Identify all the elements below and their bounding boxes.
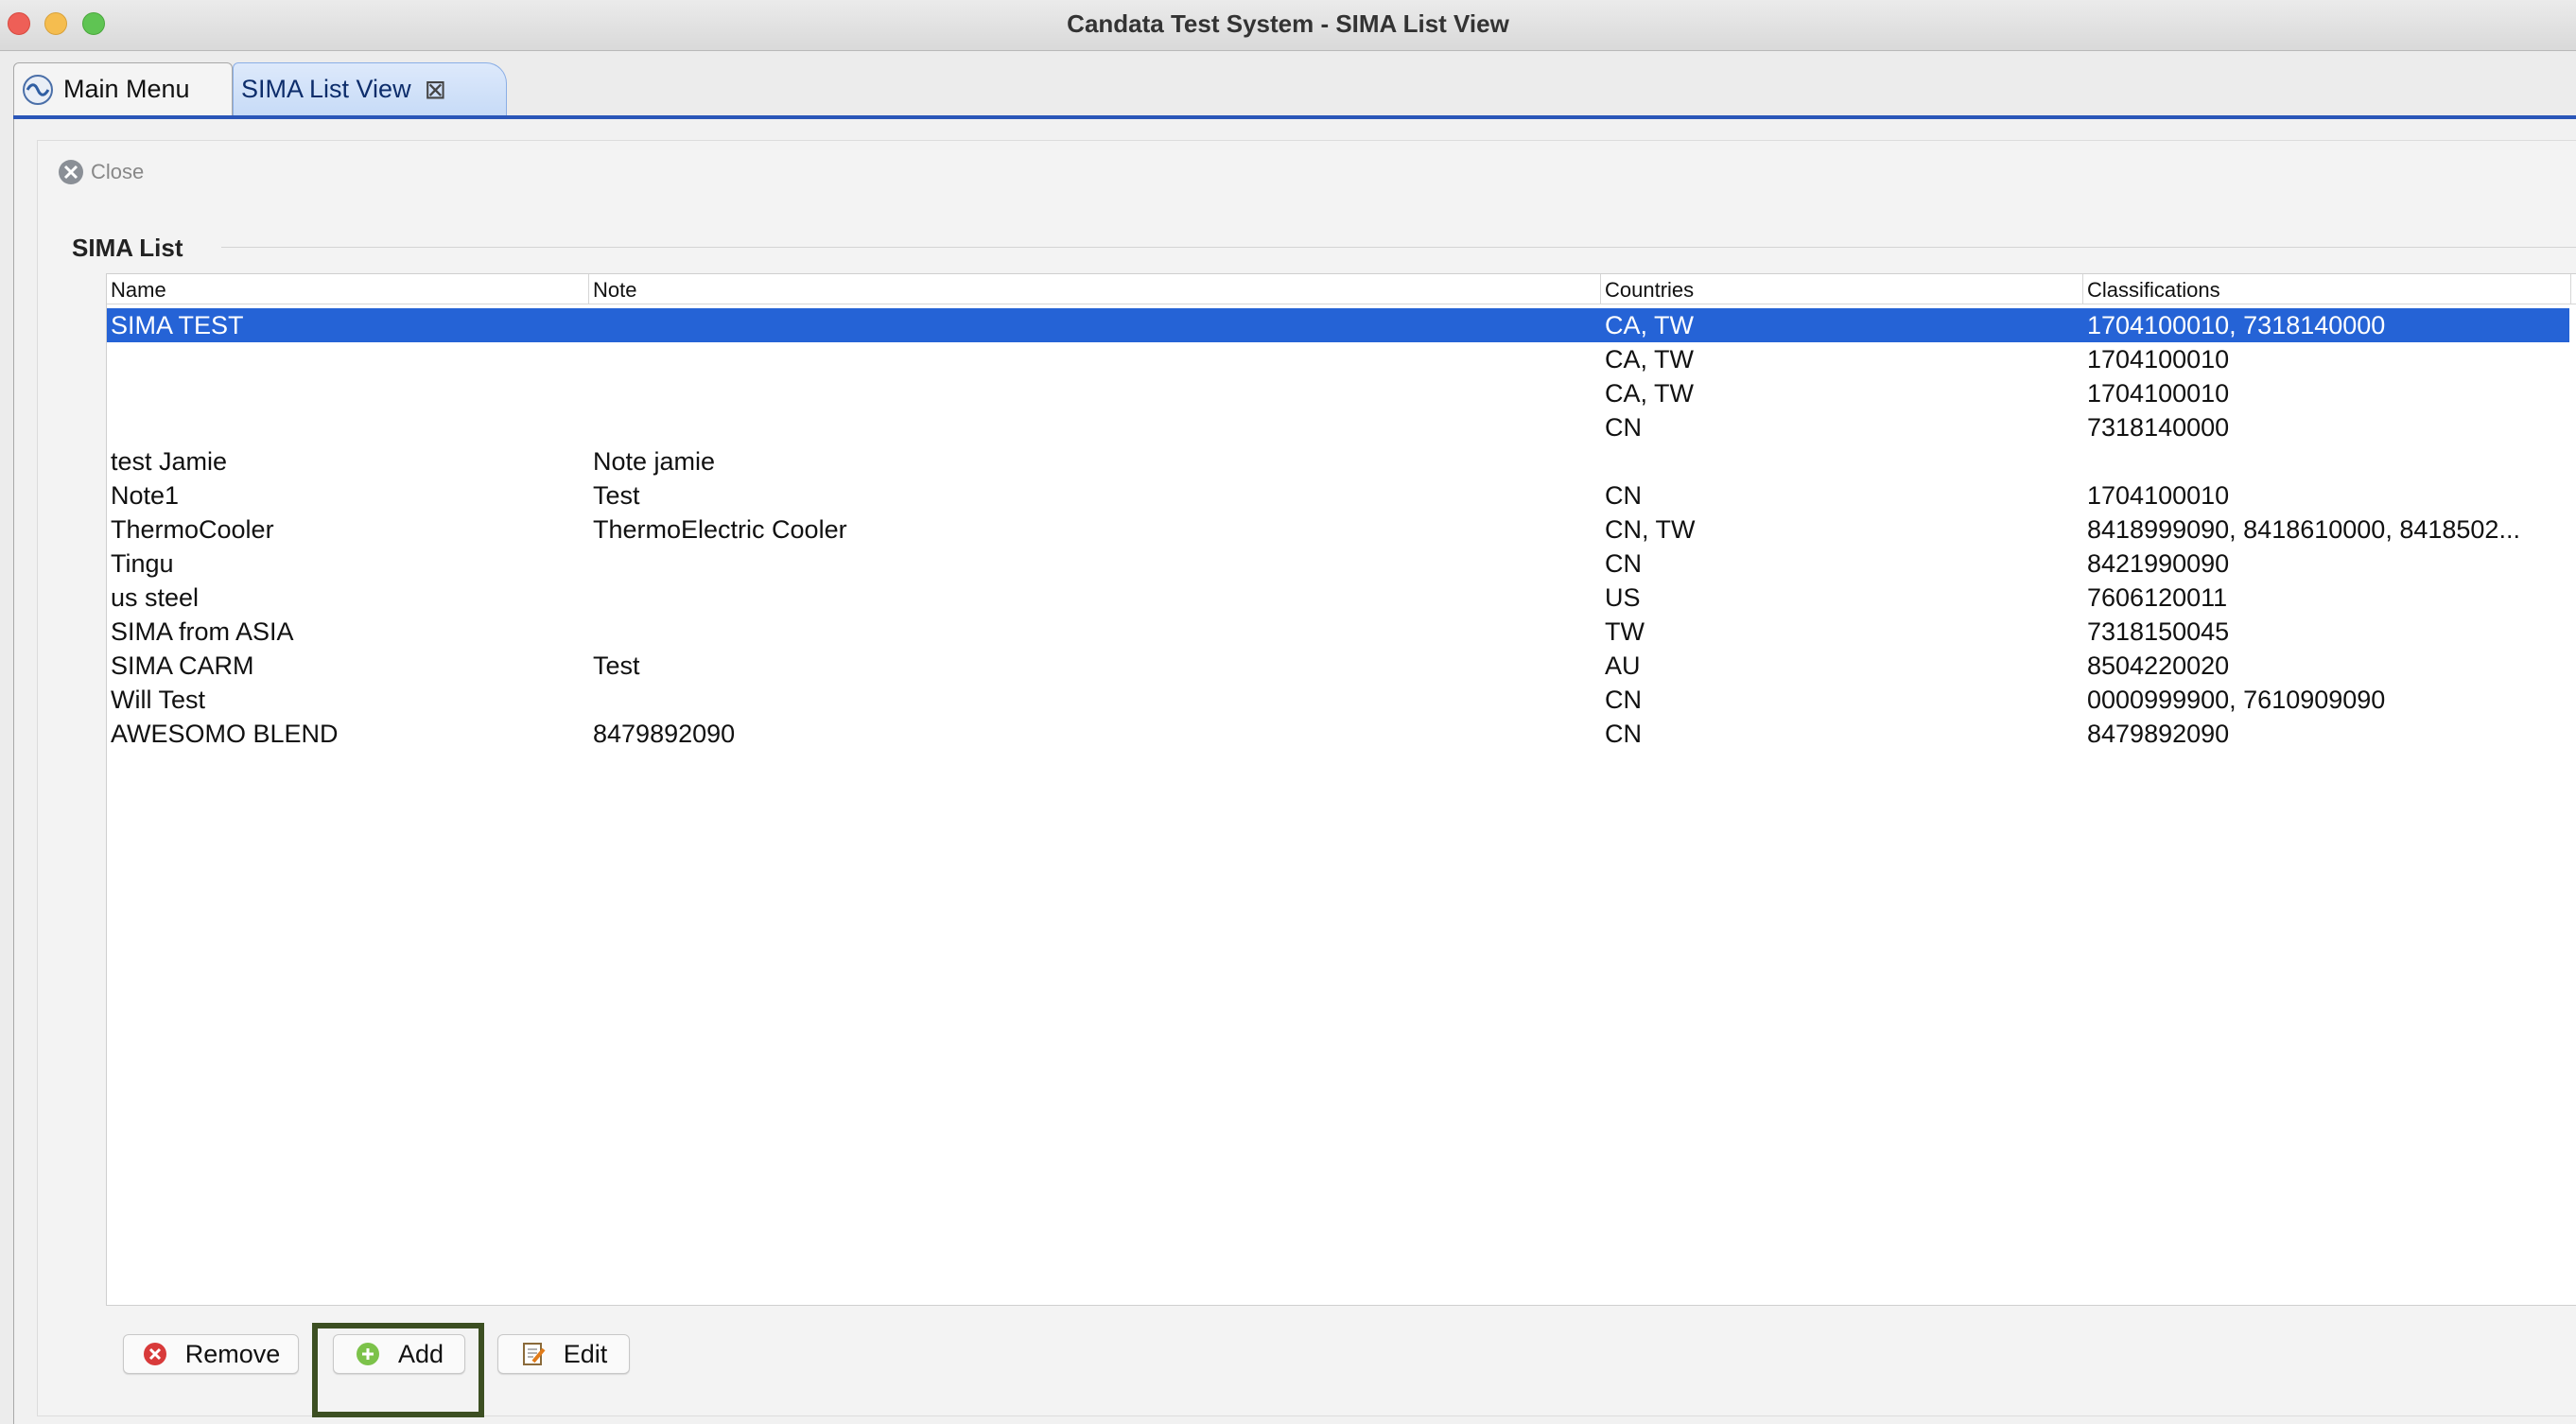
- cell-name: [107, 410, 589, 444]
- cell-classifications: 1704100010: [2087, 379, 2230, 408]
- table-row[interactable]: Will Test CN 0000999900, 7610909090: [107, 683, 2569, 717]
- cell-countries: CA, TW: [1605, 379, 1694, 408]
- cell-name: [107, 376, 589, 410]
- table-row[interactable]: ThermoCooler ThermoElectric Cooler CN, TW 8…: [107, 512, 2569, 547]
- close-icon: [59, 160, 83, 184]
- cell-classifications: 8504220020: [2087, 651, 2230, 680]
- table-row[interactable]: SIMA TEST CA, TW 1704100010, 7318140000: [107, 308, 2569, 342]
- close-tab-icon[interactable]: ⊠: [425, 74, 446, 105]
- tab-strip: Main Menu SIMA List View ⊠: [0, 51, 2576, 117]
- cell-countries: CN: [1605, 481, 1642, 510]
- cell-name: [107, 342, 589, 376]
- cell-note: [589, 547, 1599, 581]
- table-row[interactable]: test Jamie Note jamie: [107, 444, 2569, 478]
- edit-label: Edit: [563, 1339, 608, 1368]
- cell-note: [589, 615, 1599, 649]
- cell-note: Test: [593, 651, 640, 680]
- cell-classifications: 1704100010: [2087, 481, 2230, 510]
- column-header-countries[interactable]: Countries: [1601, 274, 2083, 304]
- sima-table: Name Note Countries Classifications SIMA…: [106, 273, 2576, 1306]
- table-row[interactable]: us steel US 7606120011: [107, 581, 2569, 615]
- cell-classifications: 7318140000: [2087, 413, 2230, 442]
- cell-countries: CN: [1605, 549, 1642, 578]
- app-logo-icon: [23, 74, 53, 105]
- cell-name: ThermoCooler: [111, 515, 274, 544]
- cell-countries: CN: [1605, 720, 1642, 748]
- tab-label: Main Menu: [63, 75, 190, 103]
- cell-name: us steel: [111, 583, 200, 612]
- table-row[interactable]: CA, TW 1704100010: [107, 342, 2569, 376]
- table-row[interactable]: SIMA from ASIA TW 7318150045: [107, 615, 2569, 649]
- cell-classifications: 8479892090: [2087, 720, 2230, 748]
- cell-countries: TW: [1605, 617, 1645, 646]
- cell-classifications: 0000999900, 7610909090: [2087, 686, 2386, 714]
- tab-label: SIMA List View: [241, 75, 411, 103]
- cell-countries: CA, TW: [1605, 311, 1694, 339]
- annotation-highlight-box: [312, 1323, 484, 1417]
- cell-classifications: 8418999090, 8418610000, 8418502...: [2087, 515, 2520, 544]
- cell-name: Tingu: [111, 549, 174, 578]
- remove-button[interactable]: Remove: [123, 1334, 299, 1374]
- remove-label: Remove: [184, 1339, 281, 1368]
- window-title: Candata Test System - SIMA List View: [1067, 9, 1509, 38]
- section-divider: [221, 247, 2576, 248]
- tab-sima-list-view[interactable]: SIMA List View ⊠: [233, 62, 507, 115]
- table-row[interactable]: Note1 Test CN 1704100010: [107, 478, 2569, 512]
- column-header-name[interactable]: Name: [107, 274, 589, 304]
- table-row[interactable]: CN 7318140000: [107, 410, 2569, 444]
- table-row[interactable]: SIMA CARM Test AU 8504220020: [107, 649, 2569, 683]
- cell-countries: CN, TW: [1605, 515, 1696, 544]
- cell-classifications: 1704100010: [2087, 345, 2230, 373]
- cell-note: Test: [593, 481, 640, 510]
- cell-note: ThermoElectric Cooler: [593, 515, 847, 544]
- cell-name: AWESOMO BLEND: [111, 720, 339, 748]
- tab-main-menu[interactable]: Main Menu: [13, 62, 233, 115]
- cell-classifications: [2083, 444, 2571, 478]
- cell-classifications: 7318150045: [2087, 617, 2230, 646]
- cell-note: [589, 342, 1599, 376]
- cell-note: [589, 683, 1599, 717]
- cell-countries: AU: [1605, 651, 1641, 680]
- sima-list-panel: Close SIMA List Name Note Countries Clas…: [37, 140, 2576, 1417]
- close-button[interactable]: Close: [57, 158, 144, 186]
- window-titlebar: Candata Test System - SIMA List View: [0, 0, 2576, 51]
- content-panel: Close SIMA List Name Note Countries Clas…: [13, 119, 2576, 1424]
- cell-name: SIMA TEST: [111, 311, 244, 339]
- cell-note: [589, 308, 1599, 342]
- column-header-classifications[interactable]: Classifications: [2083, 274, 2571, 304]
- remove-icon: [143, 1343, 166, 1365]
- cell-note: [589, 376, 1599, 410]
- cell-classifications: 1704100010, 7318140000: [2087, 311, 2386, 339]
- cell-countries: CN: [1605, 413, 1642, 442]
- cell-note: 8479892090: [593, 720, 736, 748]
- edit-icon: [522, 1343, 546, 1365]
- cell-note: [589, 581, 1599, 615]
- close-label: Close: [91, 160, 145, 183]
- cell-name: Will Test: [111, 686, 206, 714]
- cell-classifications: 8421990090: [2087, 549, 2230, 578]
- cell-countries: [1601, 444, 2081, 478]
- cell-name: test Jamie: [111, 447, 228, 476]
- cell-name: Note1: [111, 481, 180, 510]
- table-row[interactable]: CA, TW 1704100010: [107, 376, 2569, 410]
- edit-button[interactable]: Edit: [497, 1334, 630, 1374]
- table-row[interactable]: Tingu CN 8421990090: [107, 547, 2569, 581]
- table-header: Name Note Countries Classifications: [107, 274, 2576, 304]
- cell-countries: CA, TW: [1605, 345, 1694, 373]
- cell-countries: CN: [1605, 686, 1642, 714]
- cell-classifications: 7606120011: [2087, 583, 2228, 612]
- cell-note: Note jamie: [593, 447, 716, 476]
- cell-note: [589, 410, 1599, 444]
- cell-name: SIMA from ASIA: [111, 617, 294, 646]
- section-title: SIMA List: [72, 234, 183, 262]
- table-row[interactable]: AWESOMO BLEND 8479892090 CN 8479892090: [107, 717, 2569, 751]
- cell-countries: US: [1605, 583, 1641, 612]
- column-header-note[interactable]: Note: [589, 274, 1601, 304]
- cell-name: SIMA CARM: [111, 651, 254, 680]
